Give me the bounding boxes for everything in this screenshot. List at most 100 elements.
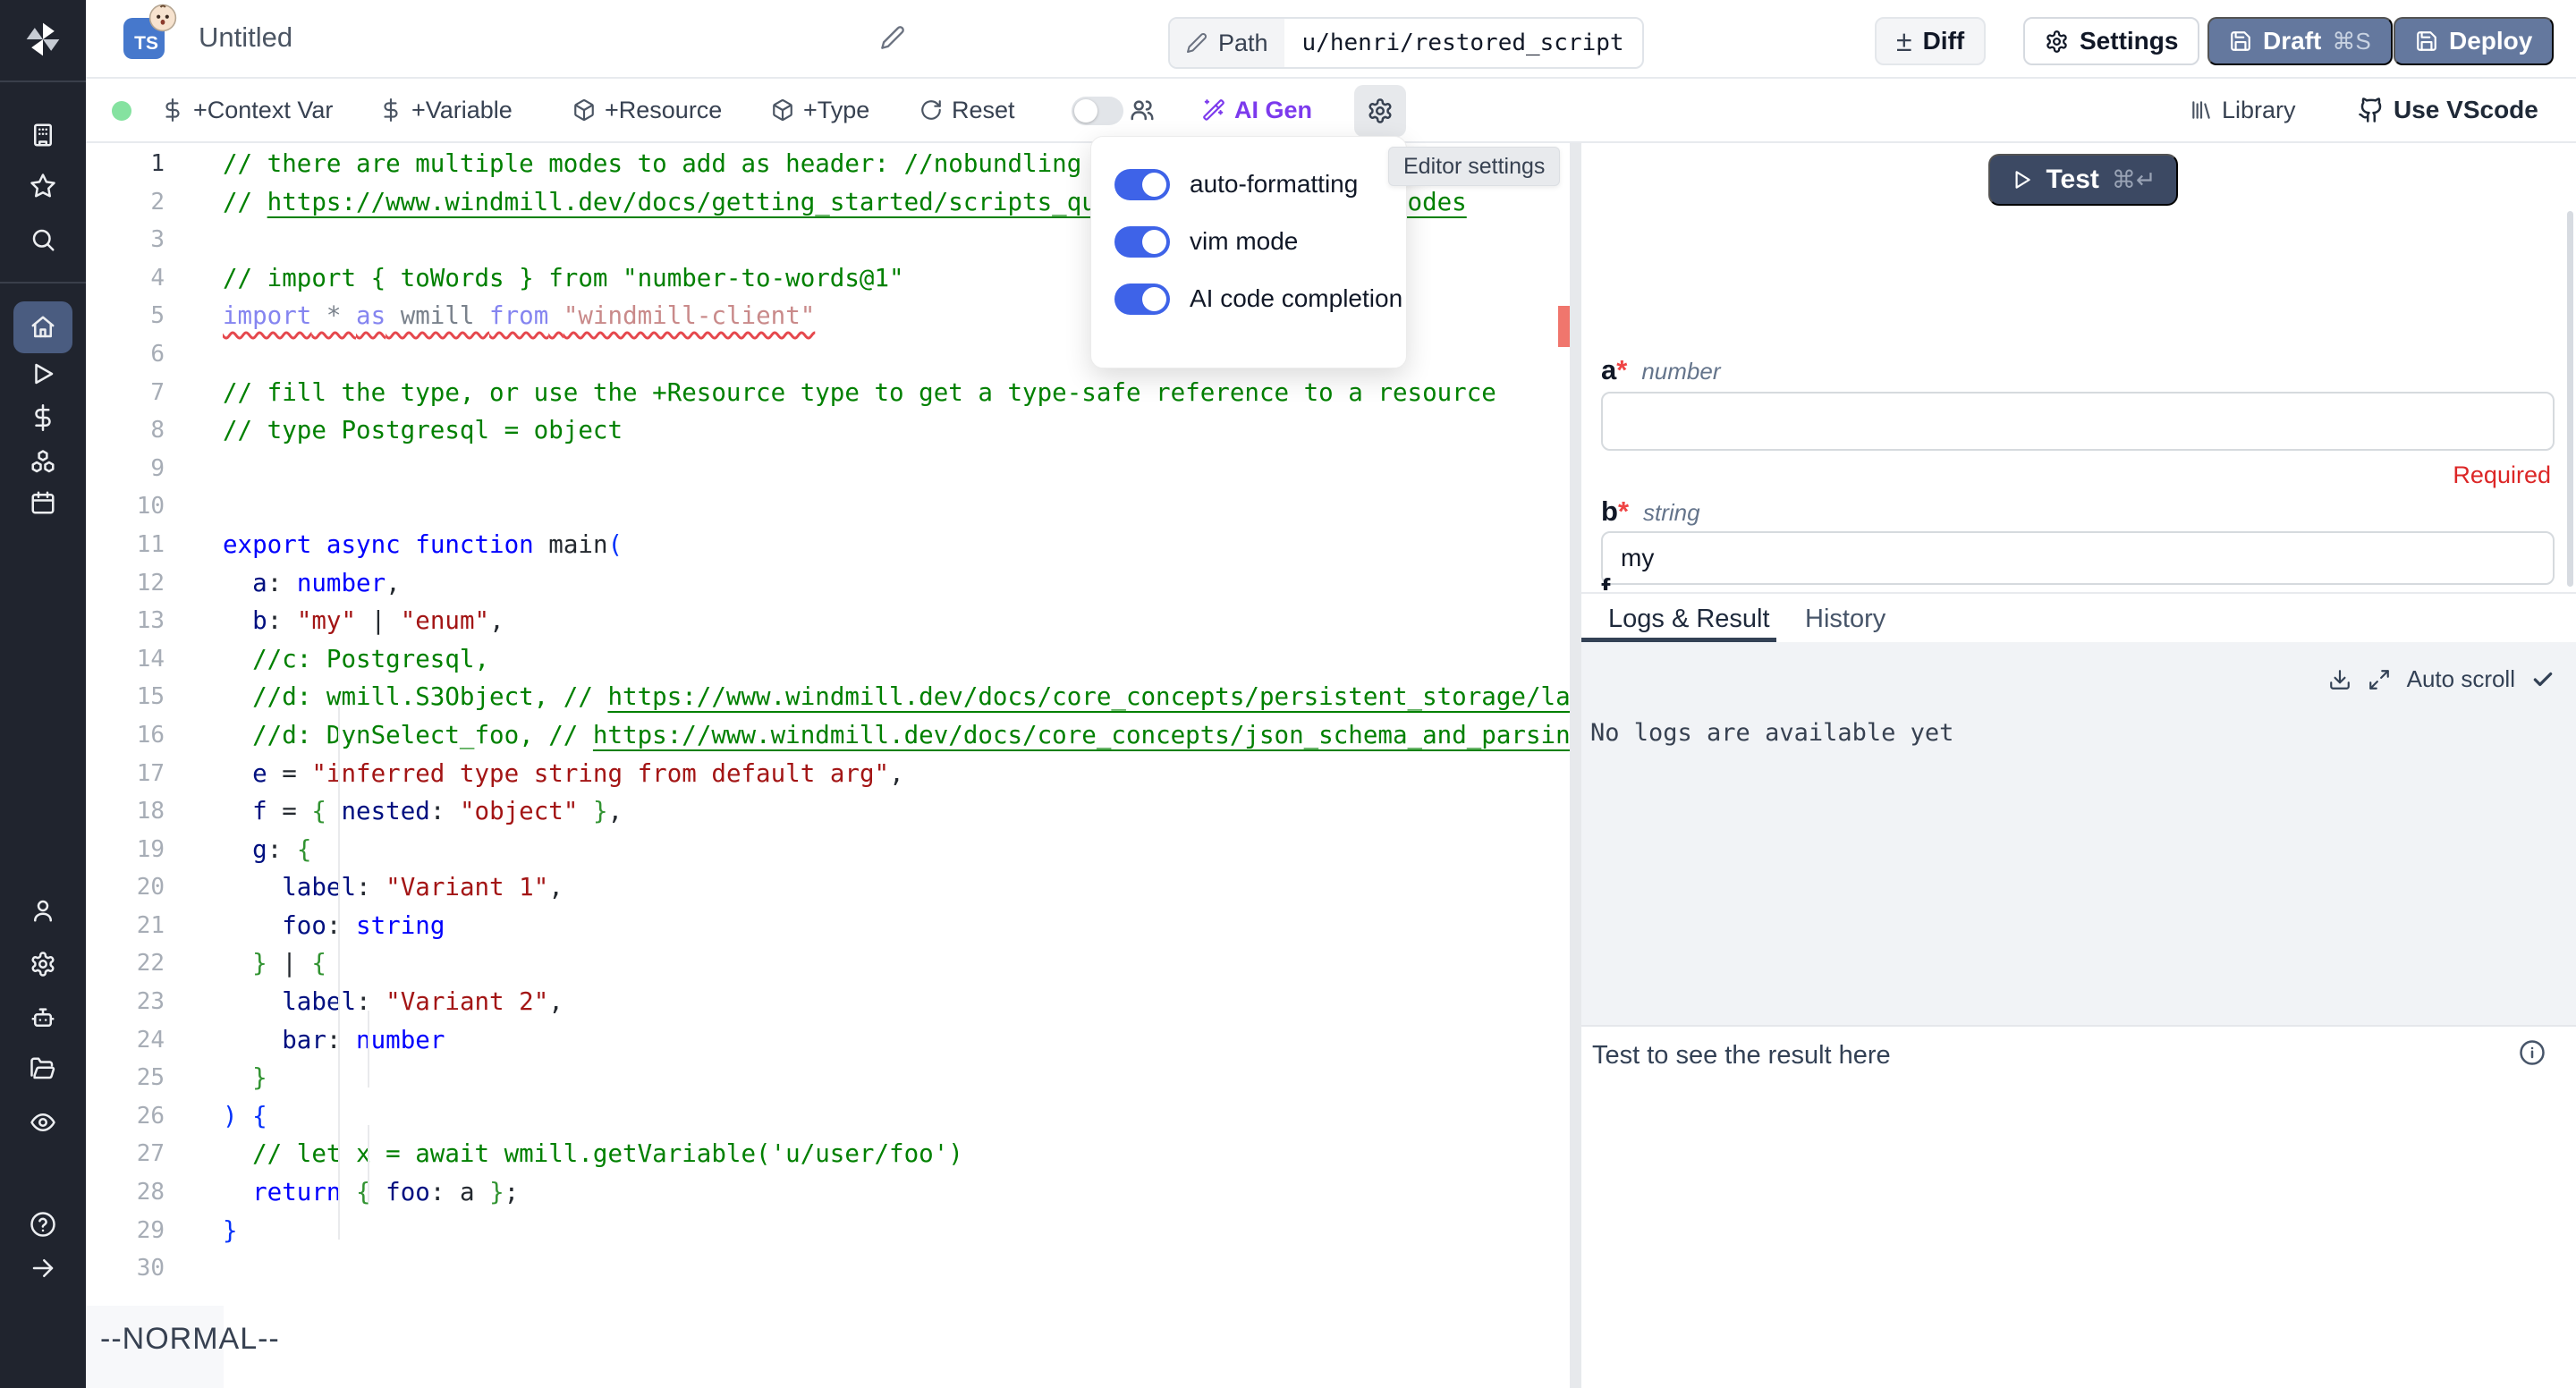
expand-logs-icon[interactable]	[2368, 668, 2391, 691]
clipped-field-f-label: f	[1601, 572, 1655, 590]
workspace-building-icon[interactable]	[30, 122, 56, 148]
deploy-button[interactable]: Deploy	[2394, 17, 2554, 65]
use-vscode-button[interactable]: Use VScode	[2358, 79, 2538, 141]
code-text: f = { nested: "object" },	[223, 792, 623, 831]
toggle-on[interactable]	[1114, 226, 1170, 258]
sidebar-item-home-active[interactable]	[13, 301, 72, 353]
settings-button[interactable]: Settings	[2023, 17, 2199, 65]
code-text: import * as wmill from "windmill-client"	[223, 297, 815, 335]
line-number: 13	[86, 602, 165, 640]
info-icon[interactable]	[2519, 1039, 2546, 1066]
toggle-on[interactable]	[1114, 284, 1170, 315]
path-label: Path	[1218, 30, 1268, 57]
toggle-label: vim mode	[1190, 227, 1298, 256]
help-icon[interactable]	[30, 1211, 56, 1238]
field-b-input[interactable]	[1601, 531, 2555, 585]
line-number: 24	[86, 1021, 165, 1060]
code-line: 14 //c: Postgresql,	[86, 640, 1570, 679]
settings-gear-icon[interactable]	[30, 951, 56, 978]
code-text: foo: string	[223, 907, 445, 945]
toggle-knob	[1142, 230, 1166, 254]
indent-guide	[368, 1011, 369, 1088]
user-icon[interactable]	[30, 897, 56, 924]
ai-gen-button[interactable]: AI Gen	[1202, 79, 1312, 141]
no-logs-message: No logs are available yet	[1590, 719, 1953, 747]
dollar-icon	[161, 98, 184, 122]
favorites-star-icon[interactable]	[30, 173, 56, 199]
code-text: bar: number	[223, 1021, 445, 1060]
add-type-button[interactable]: +Type	[771, 79, 869, 141]
field-type: number	[1641, 358, 1720, 385]
line-number: 26	[86, 1097, 165, 1136]
download-logs-icon[interactable]	[2328, 668, 2351, 691]
line-number: 2	[86, 183, 165, 222]
line-number: 9	[86, 450, 165, 488]
auto-scroll-checkbox-checked[interactable]	[2531, 668, 2555, 691]
folders-icon[interactable]	[30, 1055, 56, 1082]
search-icon[interactable]	[30, 226, 56, 253]
code-text: g: {	[223, 831, 311, 869]
menu-toggle-auto-formatting[interactable]: auto-formatting	[1114, 165, 1358, 204]
code-text: e = "inferred type string from default a…	[223, 755, 904, 793]
collapse-arrow-right-icon[interactable]	[30, 1255, 56, 1282]
tab-history[interactable]: History	[1805, 605, 1885, 634]
code-text: // fill the type, or use the +Resource t…	[223, 374, 1496, 412]
save-icon	[2229, 30, 2252, 53]
add-context-var-button[interactable]: +Context Var	[161, 79, 333, 141]
line-number: 3	[86, 221, 165, 259]
status-green-dot	[112, 101, 131, 121]
menu-toggle-vim-mode[interactable]: vim mode	[1114, 222, 1298, 261]
add-variable-button[interactable]: +Variable	[379, 79, 513, 141]
code-text: //d: wmill.S3Object, // https://www.wind…	[223, 678, 1570, 716]
menu-toggle-ai-code-completion[interactable]: AI code completion	[1114, 279, 1402, 318]
path-value: u/henri/restored_script	[1284, 19, 1642, 67]
panel-resize-divider[interactable]	[1570, 143, 1581, 1388]
tooltip-text: Editor settings	[1403, 154, 1545, 180]
code-text: label: "Variant 2",	[223, 983, 564, 1021]
variables-dollar-icon[interactable]	[30, 404, 56, 431]
add-resource-button[interactable]: +Resource	[572, 79, 722, 141]
editor-settings-gear-button[interactable]	[1354, 85, 1406, 137]
code-line: 9	[86, 450, 1570, 488]
code-text: a: number,	[223, 564, 401, 603]
code-line: 18 f = { nested: "object" },	[86, 792, 1570, 831]
library-label: Library	[2222, 97, 2296, 124]
diff-label: Diff	[1923, 27, 1965, 55]
multiplayer-users-icon[interactable]	[1129, 79, 1156, 141]
code-text: //c: Postgresql,	[223, 640, 489, 679]
field-a-input[interactable]	[1601, 392, 2555, 451]
tab-logs-and-result[interactable]: Logs & Result	[1608, 605, 1770, 634]
line-number: 28	[86, 1173, 165, 1212]
reset-button[interactable]: Reset	[919, 79, 1015, 141]
schedules-calendar-icon[interactable]	[30, 489, 56, 516]
code-text: }	[223, 1212, 238, 1250]
audit-eye-icon[interactable]	[30, 1109, 56, 1136]
collaboration-toggle-off[interactable]	[1072, 97, 1123, 125]
path-pencil-icon	[1186, 32, 1208, 54]
toggle-knob	[1074, 99, 1097, 123]
diff-button[interactable]: ± Diff	[1875, 17, 1986, 65]
runs-play-icon[interactable]	[30, 360, 56, 387]
save-draft-button[interactable]: Draft ⌘S	[2207, 17, 2393, 65]
line-number: 17	[86, 755, 165, 793]
baby-emoji-badge-icon	[148, 4, 177, 32]
code-line: 23 label: "Variant 2",	[86, 983, 1570, 1021]
line-number: 5	[86, 297, 165, 335]
code-line: 7// fill the type, or use the +Resource …	[86, 374, 1570, 412]
resources-cubes-icon[interactable]	[30, 449, 56, 476]
windmill-script-editor: TS Untitled Path u/henri/restored_script…	[0, 0, 2576, 1388]
test-run-button[interactable]: Test ⌘↵	[1988, 154, 2178, 206]
context-var-label: +Context Var	[193, 97, 333, 124]
form-scrollbar[interactable]	[2567, 211, 2573, 587]
code-line: 24 bar: number	[86, 1021, 1570, 1060]
logs-header: Auto scroll	[2328, 665, 2555, 693]
indent-guide	[338, 707, 340, 1240]
code-line: 26) {	[86, 1097, 1570, 1136]
code-line: 8// type Postgresql = object	[86, 411, 1570, 450]
edit-title-pencil-icon[interactable]	[880, 25, 905, 50]
windmill-logo-icon[interactable]	[21, 20, 64, 59]
path-field[interactable]: Path u/henri/restored_script	[1168, 17, 1644, 69]
ai-robot-icon[interactable]	[30, 1004, 56, 1031]
library-button[interactable]: Library	[2190, 79, 2296, 141]
toggle-on[interactable]	[1114, 169, 1170, 200]
